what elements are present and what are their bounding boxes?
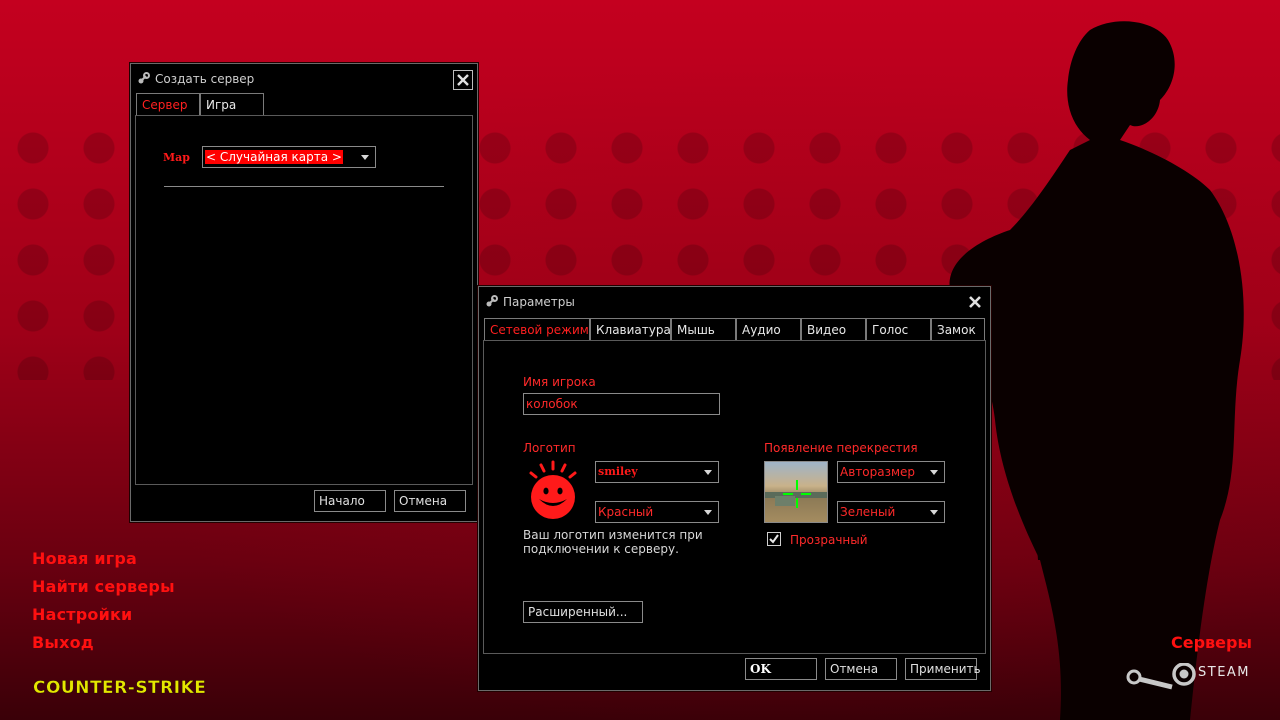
crosshair-size-select[interactable]: Авторазмер (837, 461, 945, 483)
logo-value: smiley (598, 465, 638, 478)
character-silhouette (949, 21, 1244, 720)
tab-game[interactable]: Игра (200, 93, 264, 115)
chevron-down-icon (930, 470, 938, 475)
logo-select[interactable]: smiley (595, 461, 719, 483)
servers-link[interactable]: Серверы (1171, 633, 1252, 652)
map-value: < Случайная карта > (205, 150, 343, 164)
steam-icon (486, 295, 498, 307)
smiley-logo-icon (529, 460, 577, 519)
close-button[interactable] (966, 293, 984, 311)
crosshair-size-value: Авторазмер (840, 465, 916, 479)
menu-quit[interactable]: Выход (32, 633, 94, 652)
close-icon (969, 296, 981, 308)
cancel-button[interactable]: Отмена (394, 490, 466, 512)
advanced-button[interactable]: Расширенный... (523, 601, 643, 623)
create-server-window: Создать сервер Сервер Игра Map < Случайн… (130, 63, 478, 522)
chevron-down-icon (704, 470, 712, 475)
close-icon (457, 74, 469, 86)
map-label: Map (163, 151, 190, 164)
steam-logo: STEAM (1126, 663, 1251, 693)
crosshair-color-value: Зеленый (840, 505, 896, 519)
crosshair-label: Появление перекрестия (764, 441, 918, 455)
checkmark-icon (769, 534, 779, 544)
server-tab-panel: Map < Случайная карта > (135, 115, 473, 485)
tab-keyboard[interactable]: Клавиатура (590, 318, 671, 340)
window-title: Создать сервер (155, 72, 255, 86)
chevron-down-icon (704, 510, 712, 515)
options-window: Параметры Сетевой режим Клавиатура Мышь … (478, 286, 991, 691)
map-select[interactable]: < Случайная карта > (202, 146, 376, 168)
crosshair-color-select[interactable]: Зеленый (837, 501, 945, 523)
steam-label: STEAM (1198, 665, 1251, 680)
transparent-checkbox[interactable] (767, 532, 781, 546)
tab-voice[interactable]: Голос (866, 318, 931, 340)
network-tab-panel: Имя игрока колобок Логотип smiley Красны… (483, 340, 986, 654)
apply-button[interactable]: Применить (905, 658, 981, 680)
menu-find-servers[interactable]: Найти серверы (32, 577, 175, 596)
chevron-down-icon (361, 155, 369, 160)
steam-icon (138, 72, 150, 84)
counter-strike-logo: Counter-Strike (33, 678, 207, 698)
transparent-label: Прозрачный (790, 533, 868, 547)
tab-network[interactable]: Сетевой режим (484, 318, 590, 340)
ok-button[interactable]: OK (745, 658, 817, 680)
tab-mouse[interactable]: Мышь (671, 318, 736, 340)
logo-note: Ваш логотип изменится при подключении к … (523, 528, 703, 556)
player-name-label: Имя игрока (523, 375, 596, 389)
crosshair-preview (764, 461, 828, 523)
menu-options[interactable]: Настройки (32, 605, 132, 624)
tab-server[interactable]: Сервер (136, 93, 200, 115)
player-name-input[interactable]: колобок (523, 393, 720, 415)
tab-lock[interactable]: Замок (931, 318, 985, 340)
cancel-button[interactable]: Отмена (825, 658, 897, 680)
start-button[interactable]: Начало (314, 490, 386, 512)
logo-color-select[interactable]: Красный (595, 501, 719, 523)
close-button[interactable] (453, 70, 473, 90)
divider (164, 186, 444, 187)
chevron-down-icon (930, 510, 938, 515)
logo-label: Логотип (523, 441, 576, 455)
tab-audio[interactable]: Аудио (736, 318, 801, 340)
logo-color-value: Красный (598, 505, 654, 519)
tab-video[interactable]: Видео (801, 318, 866, 340)
steam-icon (1126, 663, 1196, 690)
menu-new-game[interactable]: Новая игра (32, 549, 137, 568)
window-title: Параметры (503, 295, 575, 309)
